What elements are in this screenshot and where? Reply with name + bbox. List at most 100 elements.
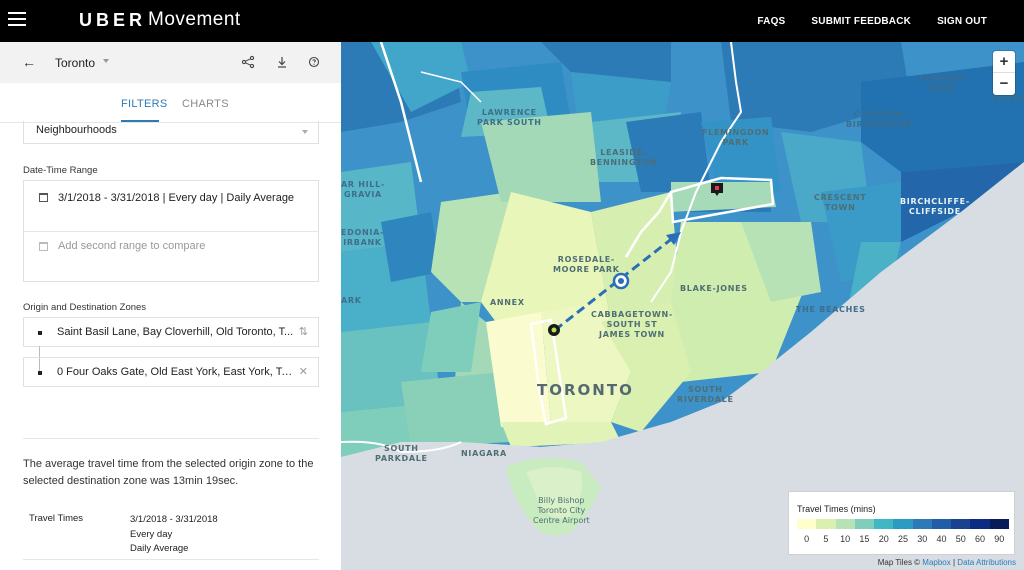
- date-range-primary[interactable]: 3/1/2018 - 3/31/2018 | Every day | Daily…: [58, 190, 298, 207]
- map-label: BLAKE-JONES: [680, 284, 748, 293]
- tab-filters[interactable]: FILTERS: [121, 98, 168, 110]
- panel-header: ← Toronto: [0, 42, 341, 83]
- travel-times-days: Every day: [130, 528, 173, 540]
- legend-swatch: [970, 519, 990, 529]
- map-label: Billy Bishop Toronto City Centre Airport: [533, 496, 590, 525]
- swap-icon[interactable]: ⇅: [299, 325, 308, 338]
- map-label: LAWRENCE PARK SOUTH: [477, 108, 542, 127]
- origin-zone-field[interactable]: Saint Basil Lane, Bay Cloverhill, Old To…: [23, 317, 319, 347]
- menu-icon[interactable]: [8, 12, 26, 28]
- legend-tick: 30: [917, 534, 928, 544]
- origin-marker-icon: [38, 331, 42, 335]
- travel-times-legend: Travel Times (mins) 0 5 10 15 20 25 30 40 50 60 90: [788, 491, 1015, 555]
- product-name: Movement: [148, 9, 241, 30]
- calendar-icon: [39, 242, 48, 251]
- top-bar: UBER Movement FAQS SUBMIT FEEDBACK SIGN …: [0, 0, 1024, 42]
- legend-title: Travel Times (mins): [797, 504, 876, 514]
- destination-zone-value: 0 Four Oaks Gate, Old East York, East Yo…: [57, 366, 297, 378]
- tab-charts[interactable]: CHARTS: [182, 98, 229, 110]
- map-label: ROSEDALE- MOORE PARK: [553, 255, 620, 274]
- map-label: FLEMINGDON PARK: [702, 128, 770, 147]
- divider: [23, 559, 319, 560]
- submit-feedback-link[interactable]: SUBMIT FEEDBACK: [811, 16, 911, 27]
- side-panel: ← Toronto FILTERS CHARTS Neighbourhoods …: [0, 42, 341, 570]
- legend-tick: 50: [955, 534, 966, 544]
- map-label: SOUTH RIVERDALE: [677, 385, 734, 404]
- help-icon[interactable]: [307, 55, 321, 69]
- map-canvas[interactable]: LAWRENCE PARK SOUTH LEASIDE- BENNINGTON FL…: [341, 42, 1024, 570]
- date-range-compare[interactable]: Add second range to compare: [58, 240, 205, 252]
- divider: [24, 231, 318, 232]
- date-range-box: 3/1/2018 - 3/31/2018 | Every day | Daily…: [23, 180, 319, 282]
- travel-time-summary: The average travel time from the selecte…: [23, 458, 314, 487]
- destination-pin-icon[interactable]: [708, 180, 726, 198]
- legend-swatch: [951, 519, 971, 529]
- legend-swatch: [989, 519, 1009, 529]
- legend-tick: 25: [897, 534, 908, 544]
- legend-swatch: [835, 519, 855, 529]
- date-time-label: Date-Time Range: [23, 165, 98, 176]
- origin-zone-value: Saint Basil Lane, Bay Cloverhill, Old To…: [57, 326, 294, 338]
- clear-icon[interactable]: ✕: [299, 365, 308, 378]
- map-label: CLAIRLEA- BIRCHMOUNT: [846, 110, 915, 129]
- legend-color-scale: [797, 519, 1009, 529]
- map-label: CLIFFC: [991, 94, 1024, 103]
- map-label: CRESCENT TOWN: [814, 193, 867, 212]
- legend-tick: 90: [994, 534, 1005, 544]
- map-label: KENNEDY PARK: [919, 74, 967, 93]
- zone-type-select[interactable]: Neighbourhoods: [23, 121, 319, 144]
- destination-zone-field[interactable]: 0 Four Oaks Gate, Old East York, East Yo…: [23, 357, 319, 387]
- map-label: ANNEX: [490, 298, 525, 307]
- top-links: FAQS SUBMIT FEEDBACK SIGN OUT: [734, 16, 987, 27]
- travel-times-label: Travel Times: [29, 513, 84, 524]
- download-icon[interactable]: [275, 55, 289, 69]
- map-label: BIRCHCLIFFE- CLIFFSIDE: [900, 197, 970, 216]
- divider: [23, 438, 319, 439]
- share-icon[interactable]: [241, 55, 255, 69]
- legend-swatch: [893, 519, 913, 529]
- city-map-label: TORONTO: [537, 381, 634, 399]
- back-arrow-icon[interactable]: ←: [22, 54, 36, 70]
- travel-times-aggregate: Daily Average: [130, 543, 189, 554]
- data-attributions-link[interactable]: Data Attributions: [957, 558, 1016, 567]
- faqs-link[interactable]: FAQS: [757, 16, 785, 27]
- travel-times-value: 3/1/2018 - 3/31/2018 Every day Daily Ave…: [130, 513, 218, 557]
- map-label: THE BEACHES: [796, 305, 866, 314]
- attribution-text: Map Tiles ©: [877, 558, 921, 567]
- map-label: NIAGARA: [461, 449, 507, 458]
- legend-swatch: [931, 519, 952, 529]
- legend-tick: 0: [804, 534, 810, 544]
- zoom-out-button[interactable]: −: [993, 73, 1015, 95]
- legend-tick: 5: [823, 534, 829, 544]
- zone-type-value: Neighbourhoods: [36, 124, 117, 136]
- legend-tick: 60: [975, 534, 986, 544]
- legend-swatch: [797, 519, 817, 529]
- panel-tabs: FILTERS CHARTS: [0, 83, 341, 123]
- calendar-icon: [39, 193, 48, 202]
- chevron-down-icon[interactable]: [103, 59, 109, 63]
- zoom-in-button[interactable]: +: [993, 51, 1015, 73]
- map-label: EDONIA- IRBANK: [341, 228, 384, 247]
- city-selector[interactable]: Toronto: [55, 56, 95, 70]
- origin-pin-icon[interactable]: [545, 322, 563, 340]
- legend-swatch: [854, 519, 875, 529]
- legend-tick: 10: [840, 534, 851, 544]
- chevron-down-icon: [302, 130, 308, 134]
- sign-out-link[interactable]: SIGN OUT: [937, 16, 987, 27]
- map-label: CABBAGETOWN- SOUTH ST JAMES TOWN: [591, 310, 673, 339]
- legend-swatch: [874, 519, 894, 529]
- destination-marker-icon: [38, 371, 42, 375]
- legend-tick: 20: [878, 534, 889, 544]
- legend-ticks: 0 5 10 15 20 25 30 40 50 60 90: [797, 534, 1009, 544]
- map-label: LEASIDE- BENNINGTON: [590, 148, 658, 167]
- map-label: SOUTH PARKDALE: [375, 444, 428, 463]
- travel-times-date: 3/1/2018 - 3/31/2018: [130, 514, 218, 525]
- legend-tick: 15: [859, 534, 870, 544]
- mapbox-link[interactable]: Mapbox: [922, 558, 950, 567]
- legend-swatch: [816, 519, 836, 529]
- legend-swatch: [912, 519, 932, 529]
- origin-destination-label: Origin and Destination Zones: [23, 302, 147, 313]
- zoom-control: + −: [993, 51, 1015, 95]
- brand-logo: UBER: [79, 10, 147, 30]
- legend-tick: 40: [936, 534, 947, 544]
